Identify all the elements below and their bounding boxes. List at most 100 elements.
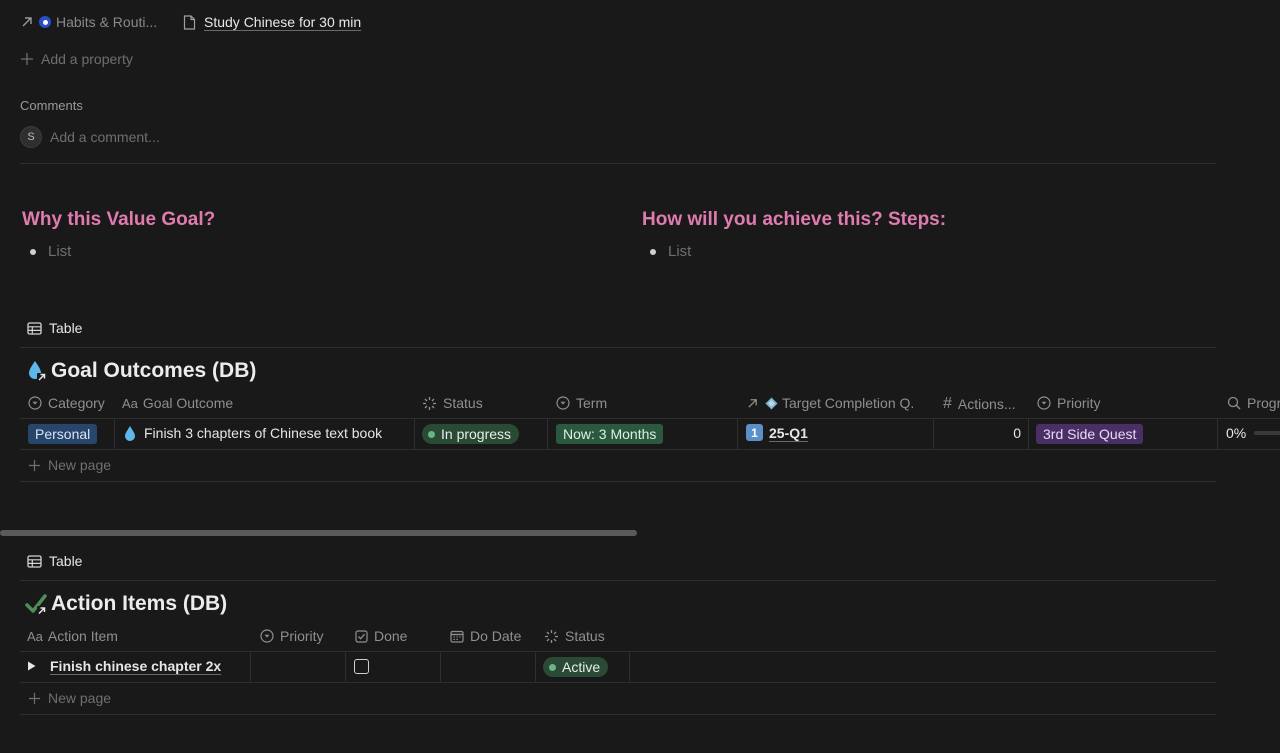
text-icon: Aa: [27, 629, 43, 644]
arrow-up-right-icon: [746, 397, 759, 410]
status-badge[interactable]: Active: [543, 657, 608, 677]
col-action-item[interactable]: Aa Action Item: [27, 628, 118, 644]
number-icon: #: [943, 395, 952, 413]
col-target-completion[interactable]: Target Completion Q.: [746, 395, 914, 411]
view-label: Table: [49, 553, 82, 569]
progress-text: 0%: [1226, 425, 1246, 441]
action-item-cell[interactable]: Finish chinese chapter 2x: [27, 658, 221, 674]
calendar-icon: [450, 630, 464, 643]
col-label: Term: [576, 395, 607, 411]
col-status[interactable]: Status: [544, 628, 605, 644]
comment-input[interactable]: S Add a comment...: [20, 126, 160, 148]
steps-list-item[interactable]: List: [650, 243, 691, 260]
new-page-label: New page: [48, 690, 111, 706]
col-status[interactable]: Status: [422, 395, 483, 411]
action-db-title[interactable]: Action Items (DB): [25, 592, 227, 616]
select-icon: [1037, 396, 1051, 410]
col-progress[interactable]: Progr: [1227, 395, 1280, 411]
target-completion-cell[interactable]: 1 25-Q1: [746, 424, 808, 441]
status-badge[interactable]: In progress: [422, 424, 519, 444]
col-do-date[interactable]: Do Date: [450, 628, 521, 644]
droplet-link-icon: [26, 359, 48, 383]
page-icon: [183, 15, 196, 30]
done-checkbox[interactable]: [354, 659, 369, 674]
col-priority[interactable]: Priority: [1037, 395, 1101, 411]
db-title: Goal Outcomes (DB): [51, 359, 256, 383]
col-label: Status: [443, 395, 483, 411]
goal-outcome-text: Finish 3 chapters of Chinese text book: [144, 425, 382, 441]
progress-bar: [1254, 431, 1280, 435]
col-category[interactable]: Category: [28, 395, 105, 411]
divider: [20, 163, 1216, 164]
goal-outcome-cell[interactable]: Finish 3 chapters of Chinese text book: [124, 425, 382, 441]
bullet-icon: [650, 249, 656, 255]
bullet-icon: [30, 249, 36, 255]
search-icon: [1227, 396, 1241, 410]
select-icon: [28, 396, 42, 410]
add-property-button[interactable]: Add a property: [20, 50, 133, 68]
plus-icon: [20, 52, 34, 66]
relation-label: Habits & Routi...: [56, 14, 157, 30]
goal-view-tab[interactable]: Table: [27, 320, 82, 336]
relation-property[interactable]: Habits & Routi...: [20, 13, 157, 31]
status-dot-icon: [428, 431, 435, 438]
priority-tag[interactable]: 3rd Side Quest: [1036, 424, 1143, 444]
divider: [20, 714, 1216, 715]
view-label: Table: [49, 320, 82, 336]
col-label: Target Completion Q.: [782, 395, 914, 411]
list-placeholder: List: [668, 243, 691, 260]
page-link[interactable]: Study Chinese for 30 min: [183, 13, 361, 31]
add-property-label: Add a property: [41, 51, 133, 67]
action-new-page-button[interactable]: New page: [28, 690, 111, 706]
status-icon: [544, 629, 559, 644]
col-label: Do Date: [470, 628, 521, 644]
text-icon: Aa: [122, 396, 138, 411]
plus-icon: [28, 692, 41, 705]
comment-placeholder: Add a comment...: [50, 129, 160, 145]
why-list-item[interactable]: List: [30, 243, 71, 260]
db-title: Action Items (DB): [51, 592, 227, 616]
status-text: In progress: [441, 426, 511, 442]
checkbox-icon: [355, 630, 368, 643]
action-item-text: Finish chinese chapter 2x: [50, 658, 221, 674]
target-icon: [39, 16, 51, 28]
divider: [20, 347, 1216, 348]
progress-cell[interactable]: 0%: [1226, 425, 1280, 441]
action-view-tab[interactable]: Table: [27, 553, 82, 569]
col-label: Priority: [280, 628, 324, 644]
actions-count[interactable]: 0: [933, 425, 1021, 441]
status-dot-icon: [549, 664, 556, 671]
col-label: Goal Outcome: [143, 395, 233, 411]
col-label: Done: [374, 628, 407, 644]
col-label: Category: [48, 395, 105, 411]
col-priority[interactable]: Priority: [260, 628, 324, 644]
divider: [20, 481, 1216, 482]
select-icon: [556, 396, 570, 410]
droplet-icon: [124, 425, 136, 441]
status-text: Active: [562, 659, 600, 675]
goal-db-title[interactable]: Goal Outcomes (DB): [26, 359, 256, 383]
comments-heading: Comments: [20, 98, 83, 113]
divider: [20, 580, 1216, 581]
check-link-icon: [25, 592, 49, 616]
col-actions[interactable]: # Actions...: [943, 395, 1016, 413]
caret-right-icon[interactable]: [27, 661, 36, 671]
col-term[interactable]: Term: [556, 395, 607, 411]
plus-icon: [28, 459, 41, 472]
arrow-up-right-icon: [20, 15, 34, 29]
list-placeholder: List: [48, 243, 71, 260]
table-icon: [27, 555, 42, 568]
target-text: 25-Q1: [769, 425, 808, 441]
col-label: Progr: [1247, 395, 1280, 411]
horizontal-scrollbar[interactable]: [0, 530, 637, 536]
col-label: Actions...: [958, 396, 1016, 412]
term-tag[interactable]: Now: 3 Months: [556, 424, 663, 444]
col-label: Status: [565, 628, 605, 644]
col-goal-outcome[interactable]: Aa Goal Outcome: [122, 395, 233, 411]
goal-new-page-button[interactable]: New page: [28, 457, 111, 473]
status-icon: [422, 396, 437, 411]
col-label: Action Item: [48, 628, 118, 644]
diamond-icon: [765, 397, 778, 410]
category-tag[interactable]: Personal: [28, 424, 97, 444]
col-done[interactable]: Done: [355, 628, 407, 644]
